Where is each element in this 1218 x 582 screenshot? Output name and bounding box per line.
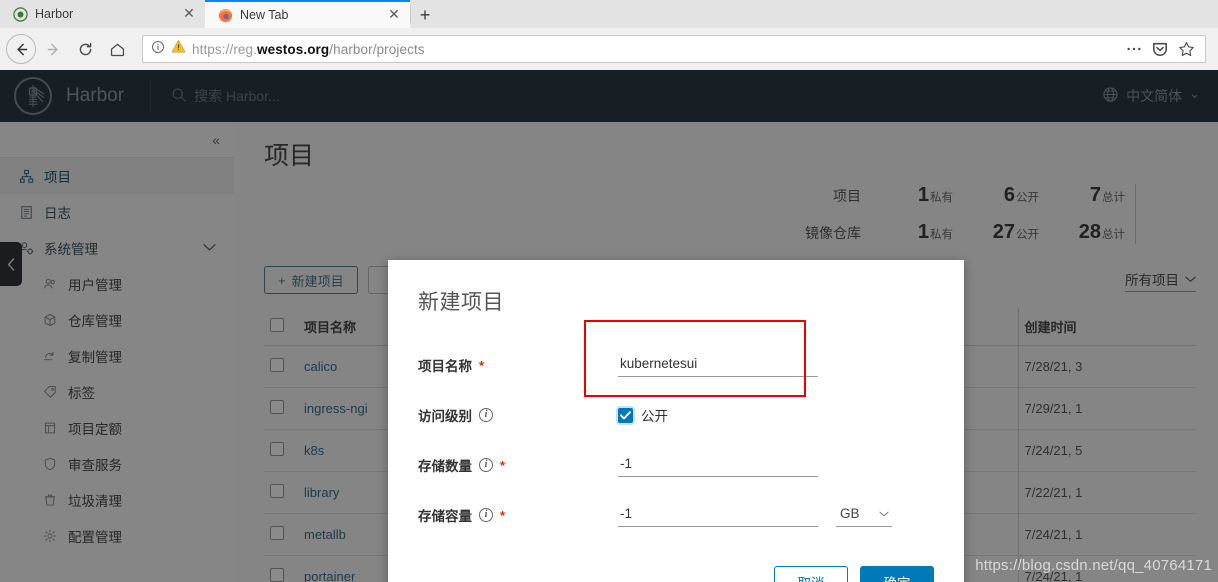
public-checkbox-row[interactable]: 公开: [618, 405, 668, 425]
reload-button-icon[interactable]: [70, 34, 100, 64]
storage-count-label: 存储数量 i *: [418, 457, 506, 475]
chevron-down-icon: [879, 508, 889, 520]
navigation-toolbar: https://reg.westos.org/harbor/projects: [0, 28, 1218, 70]
browser-tab-new-tab[interactable]: New Tab ✕: [205, 0, 410, 28]
dialog-actions: 取消 确定: [418, 566, 934, 582]
url-domain: westos.org: [256, 41, 330, 57]
tab-title: Harbor: [35, 7, 74, 21]
browser-chrome: Harbor ✕ New Tab ✕ + https://reg.westos.…: [0, 0, 1218, 70]
info-icon[interactable]: i: [479, 508, 493, 522]
home-button-icon[interactable]: [102, 34, 132, 64]
storage-count-input[interactable]: [618, 453, 818, 477]
harbor-application: H Harbor 搜索 Harbor... 中文简体 ⌄ « 项目 日志 系统管…: [0, 70, 1218, 582]
close-icon[interactable]: ✕: [181, 6, 197, 22]
close-icon[interactable]: ✕: [386, 7, 402, 23]
confirm-button[interactable]: 确定: [860, 566, 934, 582]
info-icon[interactable]: i: [479, 458, 493, 472]
storage-size-input[interactable]: [618, 503, 818, 527]
create-project-dialog: 新建项目 项目名称 * 访问级别 i 公开 存储数量 i: [388, 260, 964, 582]
storage-unit-value: GB: [840, 506, 860, 521]
required-asterisk: *: [500, 507, 506, 523]
pocket-icon[interactable]: [1152, 41, 1168, 57]
field-row-project-name: 项目名称 *: [418, 340, 934, 390]
tab-title: New Tab: [240, 8, 289, 22]
required-asterisk: *: [479, 357, 485, 373]
field-row-storage-size: 存储容量 i * GB: [418, 490, 934, 540]
firefox-favicon-icon: [217, 7, 233, 23]
url-path: /harbor/projects: [329, 41, 425, 57]
forward-button-icon[interactable]: [38, 34, 68, 64]
storage-unit-select[interactable]: GB: [836, 503, 892, 527]
url-text: https://reg.westos.org/harbor/projects: [192, 42, 425, 57]
back-button-icon[interactable]: [6, 34, 36, 64]
field-row-access-level: 访问级别 i 公开: [418, 390, 934, 440]
watermark: https://blog.csdn.net/qq_40764171: [975, 557, 1212, 574]
cancel-button[interactable]: 取消: [774, 566, 848, 582]
url-bar[interactable]: https://reg.westos.org/harbor/projects: [142, 35, 1206, 63]
browser-tab-harbor[interactable]: Harbor ✕: [0, 0, 205, 28]
public-checkbox-label: 公开: [641, 409, 668, 424]
public-checkbox[interactable]: [618, 407, 633, 423]
tab-strip: Harbor ✕ New Tab ✕ +: [0, 0, 1218, 28]
page-info-icon[interactable]: [151, 40, 165, 59]
project-name-input[interactable]: [618, 353, 818, 377]
info-icon[interactable]: i: [479, 408, 493, 422]
url-scheme: https://reg.: [192, 41, 257, 57]
project-name-label: 项目名称 *: [418, 357, 485, 375]
field-row-storage-count: 存储数量 i *: [418, 440, 934, 490]
insecure-warning-icon[interactable]: [171, 39, 186, 59]
storage-size-label: 存储容量 i *: [418, 507, 506, 525]
access-level-label: 访问级别 i: [418, 405, 618, 425]
dialog-title: 新建项目: [418, 291, 504, 314]
more-menu-icon[interactable]: [1126, 46, 1142, 52]
required-asterisk: *: [500, 457, 506, 473]
bookmark-star-icon[interactable]: [1178, 41, 1195, 58]
new-tab-button[interactable]: +: [411, 2, 439, 28]
harbor-favicon-icon: [12, 6, 28, 22]
